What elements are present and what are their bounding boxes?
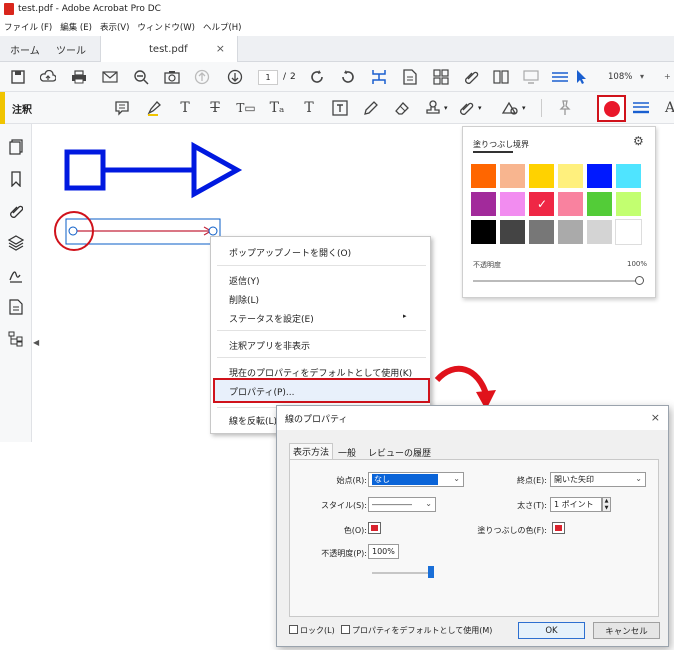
submenu-arrow-icon: ▸ <box>403 312 407 320</box>
blue-arrow-annotation[interactable] <box>64 141 243 199</box>
color-swatch-grid: ✓ <box>470 163 650 253</box>
color-swatch[interactable] <box>528 219 555 245</box>
lock-label: ロック(L) <box>300 626 335 635</box>
settings-gear-icon[interactable]: ⚙ <box>633 134 644 148</box>
start-select-value: なし <box>372 474 438 485</box>
ok-button[interactable]: OK <box>518 622 585 639</box>
menu-set-status[interactable]: ステータスを設定(E) <box>229 312 314 325</box>
menu-hide-comments-app[interactable]: 注釈アプリを非表示 <box>229 339 310 352</box>
opacity-slider-track[interactable] <box>372 572 432 574</box>
color-swatch[interactable] <box>586 163 613 189</box>
color-swatch[interactable] <box>499 219 526 245</box>
dialog-title-bar: 線のプロパティ × <box>277 406 668 430</box>
tab-border-color[interactable]: 境界 <box>513 139 529 150</box>
color-swatch[interactable] <box>470 191 497 217</box>
menu-reply[interactable]: 返信(Y) <box>229 274 260 287</box>
tab-fill-color[interactable]: 塗りつぶし <box>473 139 514 153</box>
dialog-tab-panel: 始点(R): なし ⌄ 終点(E): 開いた矢印 ⌄ スタイル(S): ――――… <box>289 459 659 617</box>
end-select[interactable]: 開いた矢印 ⌄ <box>550 472 646 487</box>
red-curved-arrow <box>434 365 489 396</box>
tab-general[interactable]: 一般 <box>335 445 359 459</box>
use-default-checkbox[interactable] <box>341 625 350 634</box>
style-select[interactable]: ――――― ⌄ <box>368 497 436 512</box>
color-swatch[interactable] <box>470 163 497 189</box>
opacity-slider-handle[interactable] <box>635 276 644 285</box>
line-color-button[interactable] <box>368 522 381 534</box>
color-swatch[interactable] <box>557 191 584 217</box>
dialog-close-icon[interactable]: × <box>651 411 660 424</box>
opacity-value: 100% <box>627 260 648 268</box>
color-swatch[interactable] <box>528 163 555 189</box>
chevron-down-icon: ⌄ <box>425 499 432 508</box>
menu-flip-line[interactable]: 線を反転(L) <box>229 414 277 427</box>
color-swatch[interactable] <box>615 191 642 217</box>
menu-separator <box>217 357 426 358</box>
color-label: 色(O): <box>343 526 367 535</box>
menu-separator <box>217 330 426 331</box>
tab-review-history[interactable]: レビューの履歴 <box>365 445 434 459</box>
start-select[interactable]: なし ⌄ <box>368 472 464 487</box>
style-select-value: ――――― <box>372 500 412 509</box>
style-label: スタイル(S): <box>320 501 367 510</box>
thickness-value: 1 ポイント <box>554 500 594 509</box>
opacity-label: 不透明度 <box>473 261 501 269</box>
checkmark-icon: ✓ <box>537 197 548 211</box>
opacity-input-value: 100% <box>372 547 395 556</box>
color-swatch[interactable] <box>499 191 526 217</box>
start-label: 始点(R): <box>336 476 368 485</box>
color-picker-panel: 塗りつぶし 境界 ⚙ ✓ 不透明度 100% <box>462 126 656 298</box>
use-default-label: プロパティをデフォルトとして使用(M) <box>352 626 493 635</box>
color-swatch[interactable]: ✓ <box>528 191 555 217</box>
opacity-slider-handle[interactable] <box>428 566 434 578</box>
line-properties-dialog: 線のプロパティ × 表示方法 一般 レビューの履歴 始点(R): なし ⌄ 終点… <box>276 405 669 647</box>
menu-delete[interactable]: 削除(L) <box>229 293 259 306</box>
end-select-value: 開いた矢印 <box>554 475 594 484</box>
menu-open-popup-note[interactable]: ポップアップノートを開く(O) <box>229 246 351 259</box>
color-swatch[interactable] <box>470 219 497 245</box>
color-swatch[interactable] <box>499 163 526 189</box>
fill-color-label: 塗りつぶしの色(F): <box>477 526 547 535</box>
end-label: 終点(E): <box>517 476 547 485</box>
color-swatch[interactable] <box>615 163 642 189</box>
cancel-button[interactable]: キャンセル <box>593 622 660 639</box>
color-swatch[interactable] <box>586 191 613 217</box>
opacity-label: 不透明度(P): <box>321 549 367 558</box>
color-swatch[interactable] <box>586 219 613 245</box>
fill-color-button[interactable] <box>552 522 565 534</box>
selected-line-annotation[interactable] <box>65 218 221 245</box>
lock-checkbox[interactable] <box>289 625 298 634</box>
color-swatch[interactable] <box>615 219 642 245</box>
opacity-input[interactable]: 100% <box>368 544 399 559</box>
thickness-spinner[interactable]: ▲ ▼ <box>602 497 611 512</box>
thickness-input[interactable]: 1 ポイント <box>550 497 602 512</box>
dialog-title: 線のプロパティ <box>285 414 348 425</box>
tab-appearance[interactable]: 表示方法 <box>289 443 334 459</box>
menu-properties[interactable]: プロパティ(P)... <box>229 385 295 398</box>
opacity-slider-track[interactable] <box>473 280 641 282</box>
chevron-down-icon: ⌄ <box>635 474 642 483</box>
menu-separator <box>217 265 426 266</box>
thickness-label: 太さ(T): <box>517 501 547 510</box>
chevron-down-icon: ⌄ <box>453 474 460 483</box>
color-swatch[interactable] <box>557 219 584 245</box>
color-swatch[interactable] <box>557 163 584 189</box>
